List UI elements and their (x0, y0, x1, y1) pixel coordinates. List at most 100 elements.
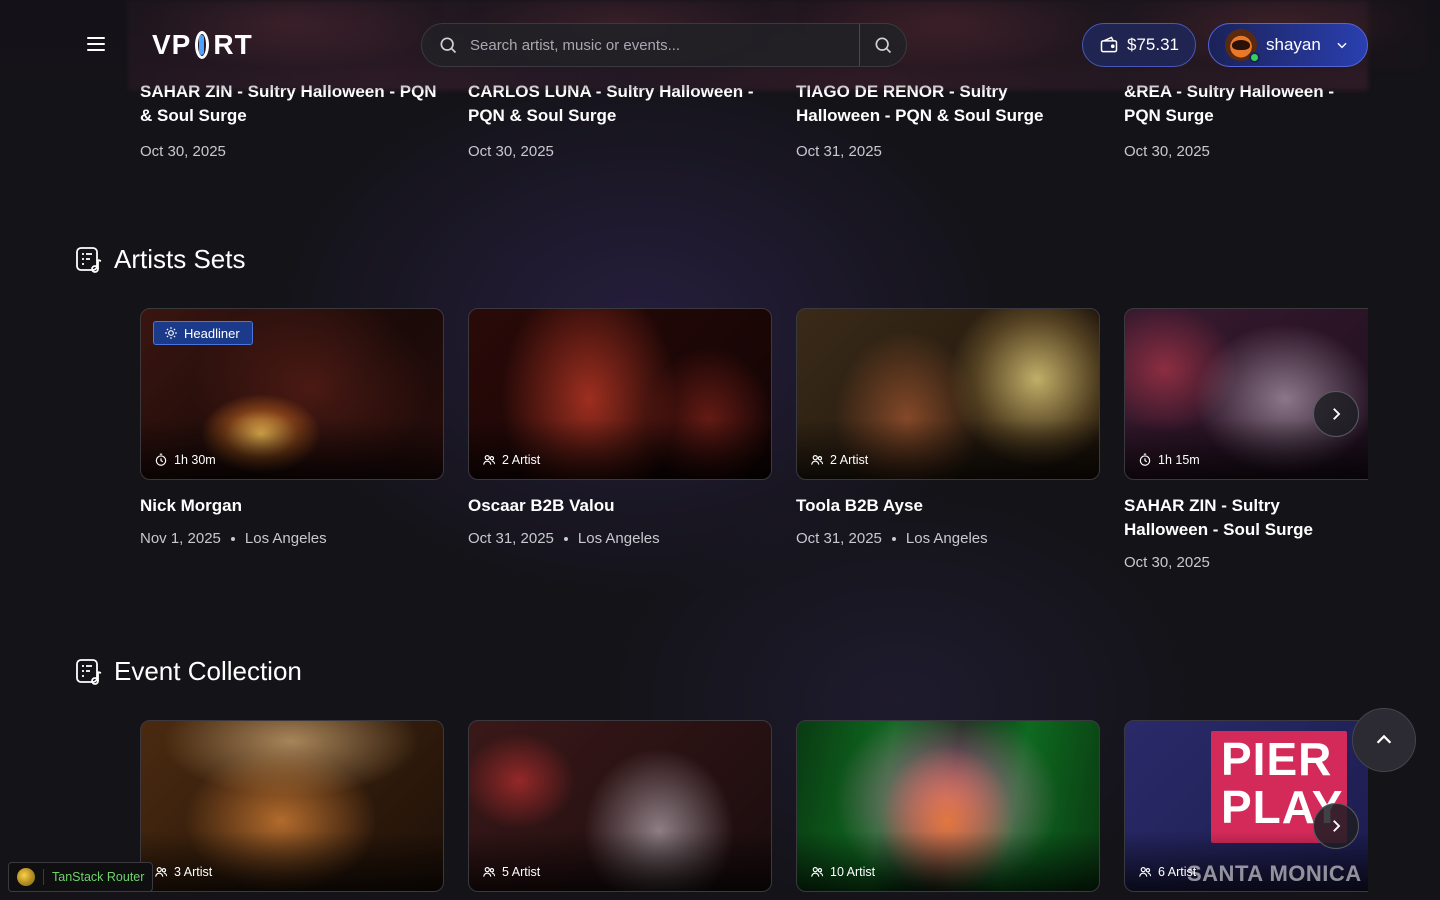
card-subtitle: Nov 1, 2025 Los Angeles (140, 530, 444, 547)
users-icon (811, 867, 824, 877)
logo-o-icon (195, 31, 210, 59)
clock-icon (1139, 453, 1151, 466)
artist-count: 3 Artist (154, 865, 212, 879)
search-bar (421, 23, 907, 67)
chevron-right-icon (1333, 820, 1341, 832)
artist-count: 2 Artist (482, 453, 540, 467)
card-date: Oct 31, 2025 (796, 530, 882, 547)
artist-set-card[interactable]: 2 Artist Toola B2B Ayse Oct 31, 2025 Los… (796, 308, 1100, 547)
card-location: Los Angeles (905, 530, 988, 547)
card-date: Oct 30, 2025 (1124, 554, 1210, 571)
users-icon (483, 867, 496, 877)
logo-text-right: RT (213, 29, 253, 60)
previous-card-date: Oct 30, 2025 (140, 143, 226, 160)
thumbnail-shade (141, 419, 443, 479)
card-title[interactable]: Nick Morgan (140, 494, 444, 518)
meta-text: 10 Artist (830, 865, 876, 879)
artist-count: 5 Artist (482, 865, 540, 879)
wallet-button[interactable]: $75.31 (1082, 23, 1196, 67)
meta-text: 2 Artist (830, 453, 869, 467)
online-status-dot (1249, 52, 1260, 63)
thumbnail-shade (797, 831, 1099, 891)
wallet-balance: $75.31 (1127, 35, 1179, 54)
section-title-text: Event Collection (114, 656, 302, 686)
chevron-up-icon (1376, 734, 1392, 744)
section-title-artists-sets: Artists Sets (74, 244, 245, 275)
section-title-event-collection: Event Collection (74, 656, 302, 687)
headliner-badge: Headliner (153, 321, 253, 345)
card-subtitle: Oct 31, 2025 Los Angeles (796, 530, 1100, 547)
event-thumbnail[interactable]: 3 Artist (140, 720, 444, 892)
tanstack-logo-icon (17, 868, 35, 886)
event-collection-card[interactable]: 3 Artist (140, 720, 444, 892)
card-location: Los Angeles (244, 530, 327, 547)
users-icon (1139, 867, 1152, 877)
thumbnail-shade (469, 419, 771, 479)
tanstack-router-devtools-button[interactable]: TanStack Router (8, 862, 154, 892)
event-thumbnail[interactable]: 5 Artist (468, 720, 772, 892)
artist-count: 6 Artist (1138, 865, 1196, 879)
search-input[interactable] (470, 36, 859, 54)
card-title[interactable]: Oscaar B2B Valou (468, 494, 772, 518)
badge-label: Headliner (184, 325, 240, 341)
artist-set-card[interactable]: 2 Artist Oscaar B2B Valou Oct 31, 2025 L… (468, 308, 772, 547)
vport-logo[interactable]: VP RT (152, 28, 253, 62)
event-collection-card[interactable]: 10 Artist (796, 720, 1100, 892)
hamburger-menu-icon[interactable] (84, 33, 108, 57)
thumbnail-shade (469, 831, 771, 891)
artist-set-card-clip: 1h 15m SAHAR ZIN - Sultry Halloween - So… (1124, 308, 1368, 588)
section-title-text: Artists Sets (114, 244, 246, 274)
users-icon (811, 455, 824, 465)
sun-icon (165, 327, 177, 339)
wallet-icon (1100, 36, 1118, 53)
previous-card-date: Oct 30, 2025 (1124, 143, 1210, 160)
scroll-to-top-button[interactable] (1352, 708, 1416, 772)
users-icon (483, 455, 496, 465)
chevron-down-icon (1337, 42, 1347, 49)
search-submit-button[interactable] (859, 24, 906, 66)
card-subtitle: Oct 30, 2025 (1124, 554, 1368, 571)
event-collection-next-button[interactable] (1313, 803, 1359, 849)
set-duration: 1h 15m (1138, 453, 1200, 467)
clock-icon (155, 453, 167, 466)
artist-set-thumbnail[interactable]: 2 Artist (796, 308, 1100, 480)
thumbnail-shade (797, 419, 1099, 479)
users-icon (155, 867, 168, 877)
artist-set-thumbnail[interactable]: 2 Artist (468, 308, 772, 480)
user-menu-button[interactable]: shayan (1208, 23, 1368, 67)
playlist-icon (76, 658, 102, 685)
event-collection-card[interactable]: 5 Artist (468, 720, 772, 892)
playlist-icon (76, 246, 102, 273)
chevron-right-icon (1333, 408, 1341, 420)
card-title[interactable]: SAHAR ZIN - Sultry Halloween - Soul Surg… (1124, 494, 1368, 542)
card-subtitle: Oct 31, 2025 Los Angeles (468, 530, 772, 547)
search-icon (875, 37, 892, 54)
thumbnail-shade (141, 831, 443, 891)
artist-count: 10 Artist (810, 865, 875, 879)
meta-text: 6 Artist (1158, 865, 1197, 879)
top-header: VP RT $75.31 shayan (0, 0, 1440, 90)
artist-set-thumbnail[interactable]: Headliner 1h 30m (140, 308, 444, 480)
artist-count: 2 Artist (810, 453, 868, 467)
set-duration: 1h 30m (154, 453, 216, 467)
poster-subtitle: SANTA MONICA PIER (1187, 861, 1368, 886)
avatar (1225, 29, 1260, 63)
card-location: Los Angeles (577, 530, 660, 547)
card-date: Nov 1, 2025 (140, 530, 221, 547)
artists-sets-next-button[interactable] (1313, 391, 1359, 437)
event-thumbnail[interactable]: 10 Artist (796, 720, 1100, 892)
meta-text: 5 Artist (502, 865, 541, 879)
separator-dot (230, 536, 235, 541)
previous-card-date: Oct 31, 2025 (796, 143, 882, 160)
search-icon (440, 37, 457, 54)
artist-set-card[interactable]: Headliner 1h 30m Nick Morgan Nov 1, 2025… (140, 308, 444, 547)
card-date: Oct 31, 2025 (468, 530, 554, 547)
separator-dot (563, 536, 568, 541)
username: shayan (1266, 35, 1321, 54)
card-title[interactable]: Toola B2B Ayse (796, 494, 1100, 518)
meta-text: 1h 30m (174, 453, 216, 467)
previous-card-date: Oct 30, 2025 (468, 143, 554, 160)
separator-dot (891, 536, 896, 541)
artist-set-card[interactable]: 1h 15m SAHAR ZIN - Sultry Halloween - So… (1124, 308, 1368, 571)
devtools-label: TanStack Router (52, 870, 145, 884)
